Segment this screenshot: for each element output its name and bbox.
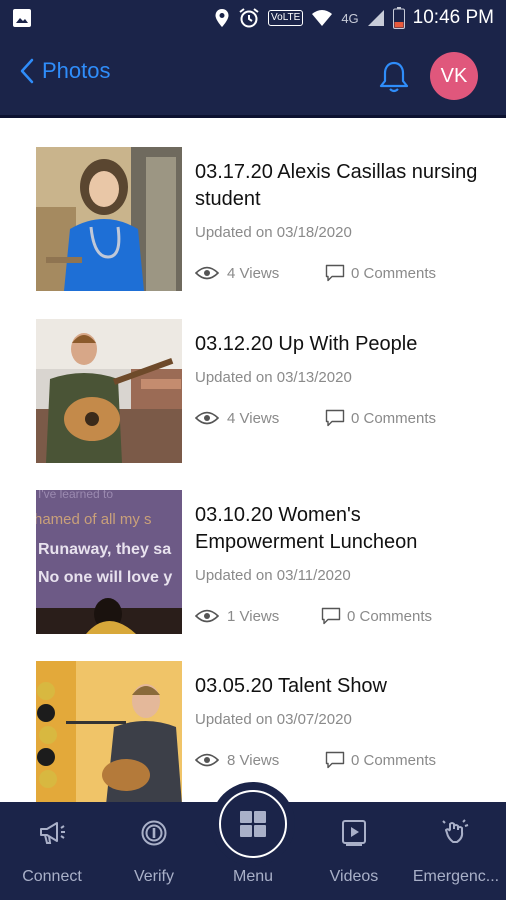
comments-label: 0 Comments <box>351 264 437 282</box>
album-updated: Updated on 03/13/2020 <box>195 369 352 386</box>
clock: 10:46 PM <box>412 7 494 28</box>
comments-count[interactable]: 0 Comments <box>325 751 436 769</box>
page-title: Photos <box>42 58 111 83</box>
eye-icon <box>195 411 219 425</box>
thumb-line-1: I've learned to <box>38 490 113 501</box>
verify-badge-icon <box>141 820 167 846</box>
nav-verify[interactable]: Verify <box>104 816 204 886</box>
app-bar: Photos VK <box>0 36 506 118</box>
views-count[interactable]: 4 Views <box>195 410 325 427</box>
thumb-line-3: Runaway, they sa <box>38 541 171 558</box>
status-bar: VoLTE 4G 10:46 PM <box>0 0 506 36</box>
nav-menu-label: Menu <box>232 868 274 885</box>
album-title: 03.10.20 Women's Empowerment Luncheon <box>195 504 418 553</box>
emergency-hand-icon <box>442 819 469 843</box>
wifi-icon <box>312 10 333 26</box>
battery-icon <box>392 7 405 29</box>
list-item[interactable]: 03.05.20 Talent Show Updated on 03/07/20… <box>0 635 506 805</box>
album-meta: 4 Views 0 Comments <box>195 409 485 427</box>
comments-label: 0 Comments <box>351 751 437 769</box>
album-thumbnail <box>36 147 182 291</box>
nav-emergency-label: Emergenc... <box>412 868 500 885</box>
avatar[interactable]: VK <box>430 52 478 100</box>
list-item[interactable]: I've learned to hamed of all my s Runawa… <box>0 464 506 634</box>
volte-badge: VoLTE <box>268 10 304 26</box>
comments-count[interactable]: 0 Comments <box>325 409 436 427</box>
comments-count[interactable]: 0 Comments <box>321 607 432 625</box>
list-item[interactable]: 03.12.20 Up With People Updated on 03/13… <box>0 293 506 463</box>
album-title: 03.05.20 Talent Show <box>195 675 388 697</box>
views-count[interactable]: 8 Views <box>195 752 325 769</box>
views-label: 4 Views <box>227 264 280 282</box>
avatar-initials: VK <box>440 64 468 87</box>
comment-icon <box>325 751 345 769</box>
back-button[interactable]: Photos <box>20 58 111 84</box>
comments-count[interactable]: 0 Comments <box>325 264 436 282</box>
comments-label: 0 Comments <box>347 607 433 625</box>
eye-icon <box>195 753 219 767</box>
notifications-button[interactable] <box>378 60 410 99</box>
album-meta: 4 Views 0 Comments <box>195 264 485 282</box>
bell-icon <box>379 61 409 93</box>
video-play-icon <box>342 820 366 846</box>
megaphone-icon <box>40 822 65 844</box>
album-thumbnail: I've learned to hamed of all my s Runawa… <box>36 490 182 634</box>
gallery-notification-icon <box>13 9 31 27</box>
eye-icon <box>195 266 219 280</box>
album-updated: Updated on 03/11/2020 <box>195 567 351 584</box>
comment-icon <box>325 264 345 282</box>
comment-icon <box>325 409 345 427</box>
thumb-line-4: No one will love y <box>38 569 172 586</box>
nav-menu[interactable]: Menu <box>203 816 303 886</box>
nav-connect-label: Connect <box>22 868 82 885</box>
thumb-line-2: hamed of all my s <box>36 511 152 528</box>
album-meta: 8 Views 0 Comments <box>195 751 485 769</box>
nav-verify-label: Verify <box>133 868 174 885</box>
album-thumbnail <box>36 661 182 805</box>
nav-videos[interactable]: Videos <box>304 816 404 886</box>
views-label: 1 Views <box>227 607 280 625</box>
album-title: 03.12.20 Up With People <box>195 333 418 355</box>
album-updated: Updated on 03/07/2020 <box>195 711 352 728</box>
list-item[interactable]: 03.17.20 Alexis Casillas nursing student… <box>0 121 506 291</box>
album-title: 03.17.20 Alexis Casillas nursing student <box>195 161 478 210</box>
album-thumbnail <box>36 319 182 463</box>
album-updated: Updated on 03/18/2020 <box>195 224 352 241</box>
views-label: 4 Views <box>227 409 280 427</box>
nav-emergency[interactable]: Emergenc... <box>406 816 506 886</box>
signal-icon <box>367 10 384 26</box>
views-label: 8 Views <box>227 751 280 769</box>
nav-videos-label: Videos <box>329 868 379 885</box>
album-meta: 1 Views 0 Comments <box>195 607 485 625</box>
eye-icon <box>195 609 219 623</box>
network-type: 4G <box>341 10 359 26</box>
location-icon <box>215 9 229 27</box>
alarm-icon <box>239 8 259 28</box>
comments-label: 0 Comments <box>351 409 437 427</box>
views-count[interactable]: 1 Views <box>195 608 321 625</box>
bottom-navigation: Connect Verify Menu Videos Emergenc... <box>0 782 506 900</box>
comment-icon <box>321 607 341 625</box>
chevron-left-icon <box>20 58 34 84</box>
views-count[interactable]: 4 Views <box>195 265 325 282</box>
nav-connect[interactable]: Connect <box>2 816 102 886</box>
